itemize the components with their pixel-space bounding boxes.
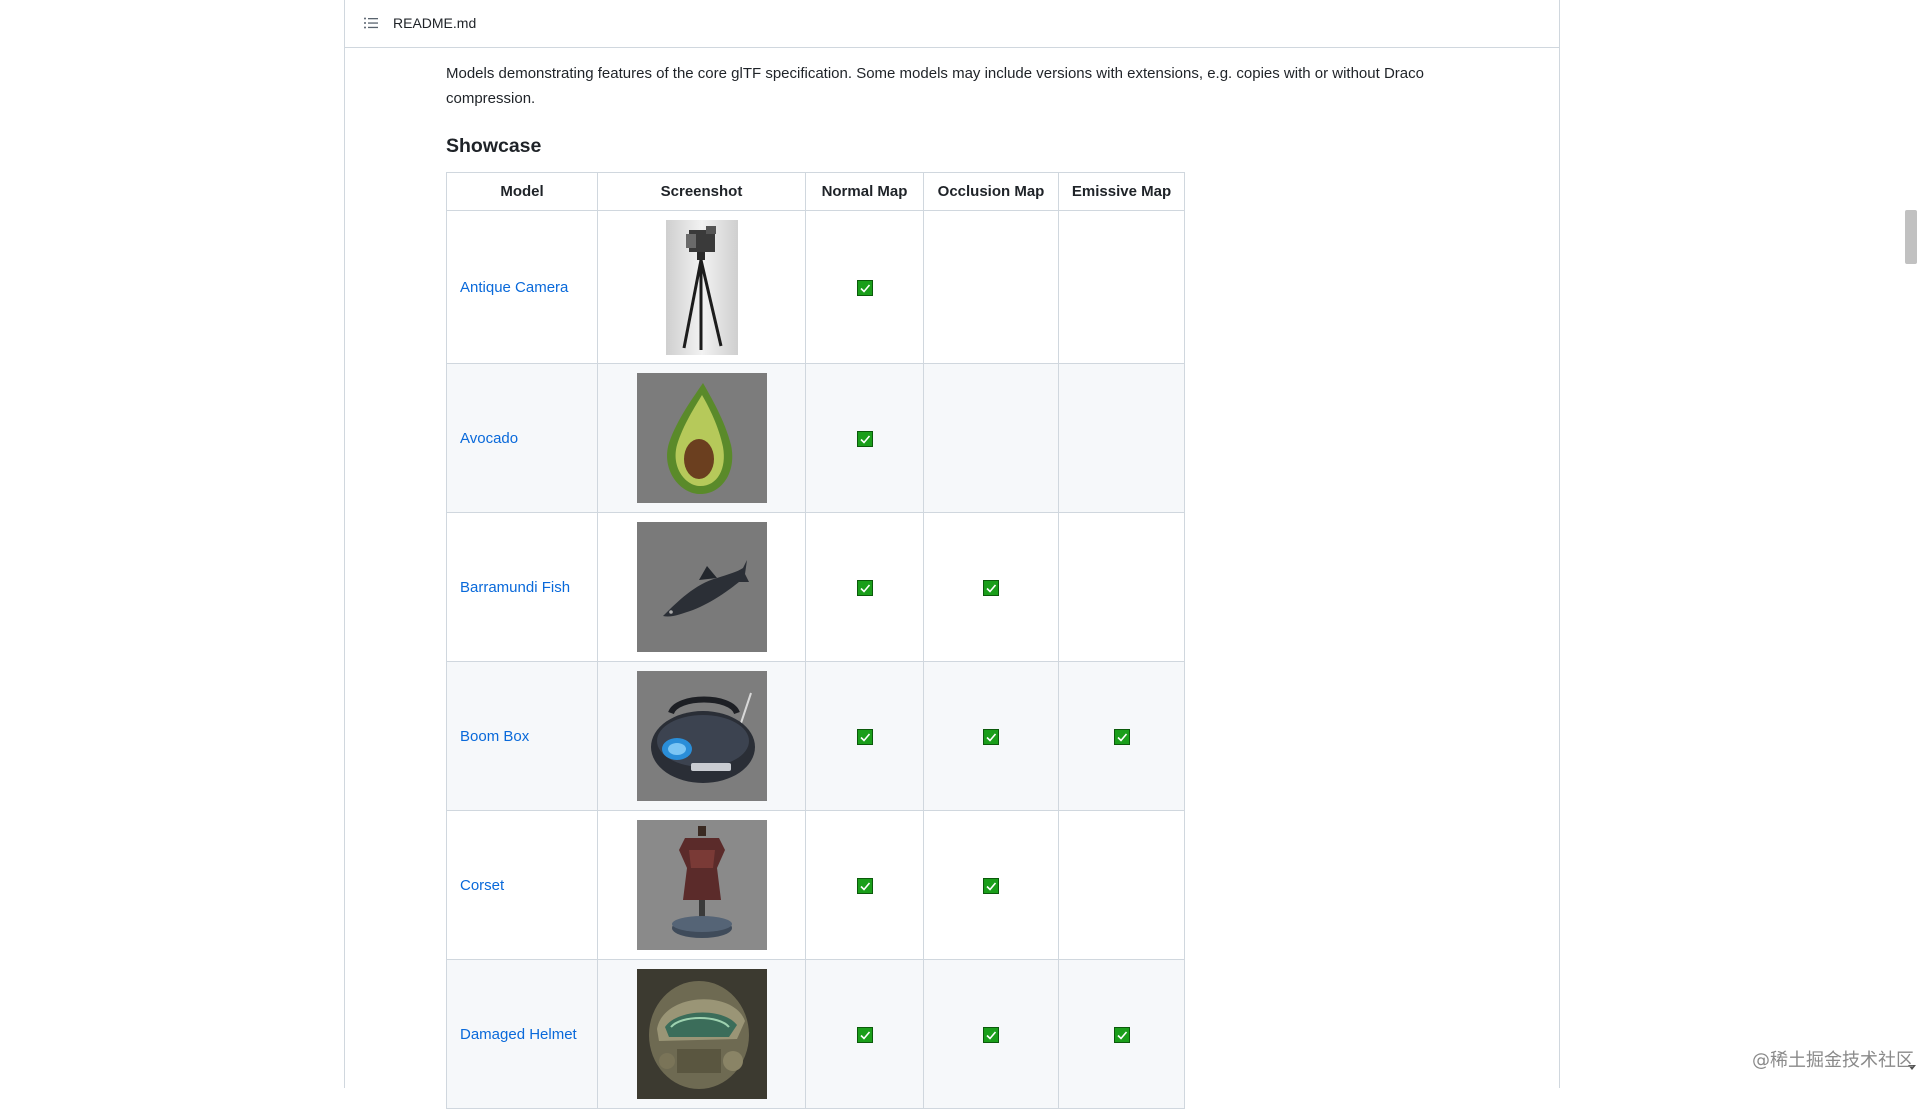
model-cell: Antique Camera: [446, 210, 598, 364]
occlusion-map-cell: [923, 959, 1059, 1109]
normal-map-cell: [805, 363, 924, 513]
screenshot-cell: [597, 661, 806, 811]
check-icon: [983, 877, 999, 894]
emissive-map-cell: [1058, 959, 1185, 1109]
screenshot-cell: [597, 512, 806, 662]
check-icon: [1113, 728, 1130, 745]
check-icon: [856, 279, 873, 296]
check-icon: [856, 430, 873, 447]
screenshot-cell: [597, 363, 806, 513]
table-row: Antique Camera: [446, 210, 1185, 364]
model-cell: Damaged Helmet: [446, 959, 598, 1109]
check-icon: [856, 877, 873, 894]
emissive-map-cell: [1058, 512, 1185, 662]
occlusion-map-cell: [923, 661, 1059, 811]
model-cell: Avocado: [446, 363, 598, 513]
normal-map-cell: [805, 959, 924, 1109]
check-icon: [983, 1026, 999, 1043]
normal-map-cell: [805, 512, 924, 662]
model-cell: Corset: [446, 810, 598, 960]
list-icon[interactable]: [363, 15, 379, 31]
check-icon: [983, 579, 999, 596]
model-cell: Boom Box: [446, 661, 598, 811]
emissive-map-cell: [1058, 210, 1185, 364]
header-screenshot: Screenshot: [597, 172, 806, 211]
table-header-row: Model Screenshot Normal Map Occlusion Ma…: [446, 172, 1185, 211]
check-icon: [856, 1026, 873, 1043]
readme-header: README.md: [345, 0, 1559, 48]
screenshot-cell: [597, 959, 806, 1109]
watermark: @稀土掘金技术社区: [1752, 1050, 1914, 1071]
model-link-damaged-helmet[interactable]: Damaged Helmet: [460, 1026, 577, 1043]
scrollbar-thumb[interactable]: [1905, 210, 1917, 264]
table-row: Damaged Helmet: [446, 959, 1185, 1109]
readme-container: README.md Models demonstrating features …: [344, 0, 1560, 1109]
avocado-thumbnail[interactable]: [636, 373, 767, 503]
header-occlusion-map: Occlusion Map: [923, 172, 1059, 211]
corset-thumbnail[interactable]: [636, 820, 767, 950]
occlusion-map-cell: [923, 363, 1059, 513]
intro-paragraph: Models demonstrating features of the cor…: [446, 65, 1424, 107]
model-link-avocado[interactable]: Avocado: [460, 430, 518, 447]
occlusion-map-cell: [923, 512, 1059, 662]
model-link-barramundi-fish[interactable]: Barramundi Fish: [460, 579, 570, 596]
boombox-thumbnail[interactable]: [636, 671, 767, 801]
readme-content: Models demonstrating features of the cor…: [446, 62, 1446, 1109]
model-link-corset[interactable]: Corset: [460, 877, 504, 894]
table-row: Corset: [446, 810, 1185, 960]
header-model: Model: [446, 172, 598, 211]
normal-map-cell: [805, 661, 924, 811]
header-emissive-map: Emissive Map: [1058, 172, 1185, 211]
model-cell: Barramundi Fish: [446, 512, 598, 662]
screenshot-cell: [597, 810, 806, 960]
readme-filename: README.md: [393, 14, 477, 31]
screenshot-cell: [597, 210, 806, 364]
occlusion-map-cell: [923, 810, 1059, 960]
check-icon: [1113, 1026, 1130, 1043]
table-row: Barramundi Fish: [446, 512, 1185, 662]
normal-map-cell: [805, 210, 924, 364]
occlusion-map-cell: [923, 210, 1059, 364]
check-icon: [856, 728, 873, 745]
emissive-map-cell: [1058, 661, 1185, 811]
camera-thumbnail[interactable]: [665, 219, 738, 355]
table-row: Avocado: [446, 363, 1185, 513]
table-row: Boom Box: [446, 661, 1185, 811]
emissive-map-cell: [1058, 810, 1185, 960]
models-table: Model Screenshot Normal Map Occlusion Ma…: [446, 172, 1185, 1109]
fish-thumbnail[interactable]: [636, 522, 767, 652]
normal-map-cell: [805, 810, 924, 960]
header-normal-map: Normal Map: [805, 172, 924, 211]
check-icon: [856, 579, 873, 596]
showcase-heading: Showcase: [446, 135, 542, 157]
model-link-boom-box[interactable]: Boom Box: [460, 728, 529, 745]
model-link-antique-camera[interactable]: Antique Camera: [460, 279, 568, 296]
emissive-map-cell: [1058, 363, 1185, 513]
check-icon: [983, 728, 999, 745]
